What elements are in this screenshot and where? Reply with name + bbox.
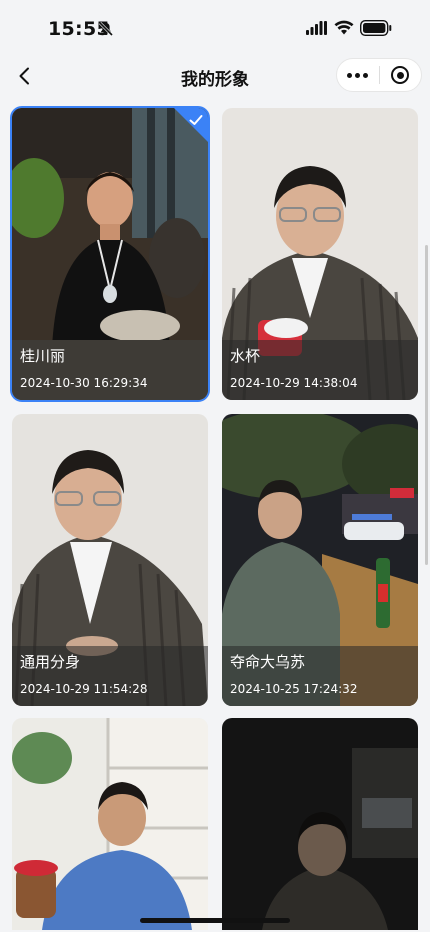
avatar-time: 2024-10-30 16:29:34 [20, 376, 148, 390]
avatar-card[interactable]: 通用分身 2024-10-29 11:54:28 [12, 414, 208, 706]
back-icon [19, 67, 29, 85]
nav-bar: 我的形象 [0, 56, 430, 96]
mini-program-capsule [336, 58, 422, 92]
back-button[interactable] [10, 62, 38, 90]
wifi-icon [334, 20, 354, 35]
avatar-name: 通用分身 [20, 653, 81, 671]
avatar-photo [12, 718, 208, 930]
avatar-name: 水杯 [230, 347, 261, 365]
bell-slash-icon [98, 21, 114, 37]
avatar-card[interactable]: 水杯 2024-10-29 14:38:04 [222, 108, 418, 400]
avatar-photo [222, 718, 418, 930]
check-icon [189, 115, 203, 125]
avatar-time: 2024-10-29 11:54:28 [20, 682, 148, 696]
avatar-card[interactable]: 夺命大乌苏 2024-10-25 17:24:32 [222, 414, 418, 706]
status-bar: 15:55 [0, 0, 430, 56]
close-mini-program-icon [391, 66, 410, 84]
more-button[interactable] [337, 59, 379, 91]
avatar-card[interactable]: 桂川丽 2024-10-30 16:29:34 [10, 106, 210, 402]
avatar-time: 2024-10-25 17:24:32 [230, 682, 358, 696]
close-mini-program-button[interactable] [379, 59, 421, 91]
more-icon [347, 72, 353, 78]
signal-icon [306, 21, 327, 35]
battery-icon [360, 20, 392, 36]
avatar-card[interactable] [222, 718, 418, 930]
avatar-time: 2024-10-29 14:38:04 [230, 376, 358, 390]
avatar-name: 夺命大乌苏 [230, 653, 306, 671]
avatar-name: 桂川丽 [20, 347, 66, 365]
home-indicator [140, 918, 290, 923]
scrollbar[interactable] [425, 245, 428, 565]
avatar-card[interactable] [12, 718, 208, 930]
